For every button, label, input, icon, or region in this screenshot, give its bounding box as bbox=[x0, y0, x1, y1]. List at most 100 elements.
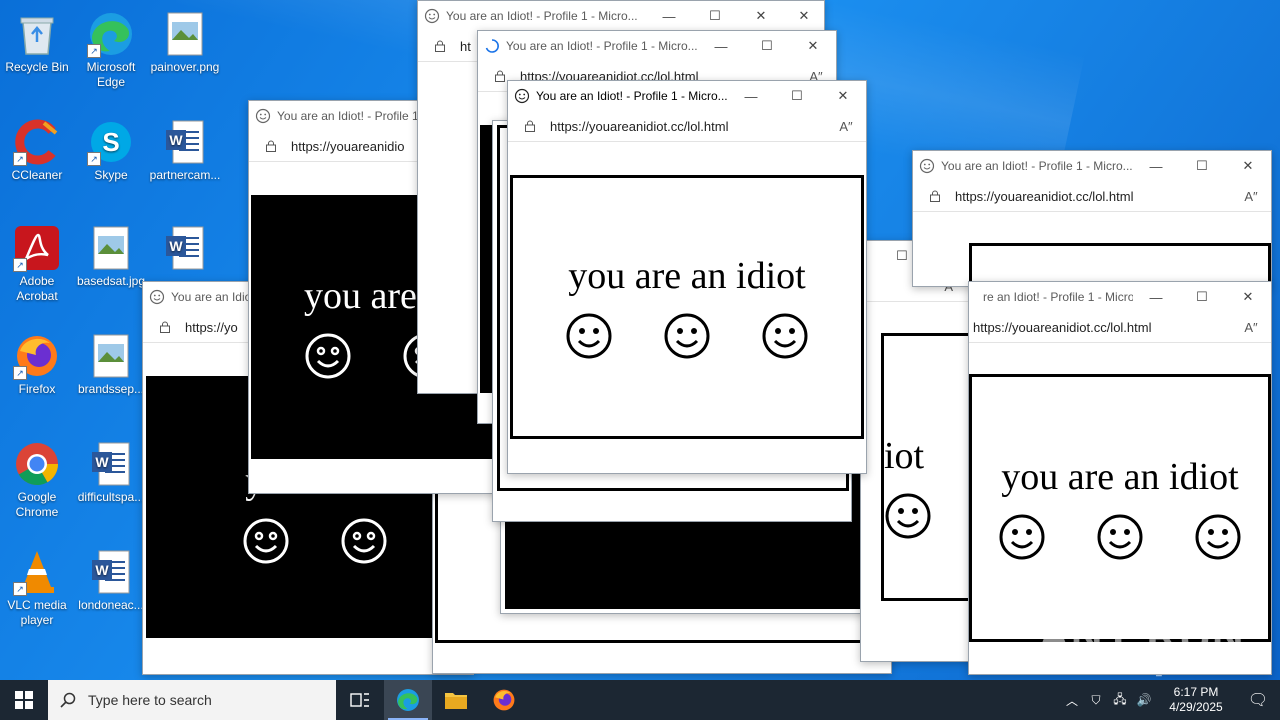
smiley-icon bbox=[305, 333, 351, 379]
recycle-bin-icon bbox=[13, 10, 61, 58]
close-button[interactable]: ✕ bbox=[820, 88, 866, 104]
firefox-icon bbox=[493, 689, 515, 711]
desktop-icon-adobe-acrobat[interactable]: ↗ Adobe Acrobat bbox=[0, 224, 74, 304]
desktop-icon-label: Recycle Bin bbox=[5, 60, 69, 74]
window-titlebar[interactable]: You are an Idiot! - Profile 1 - Micro...… bbox=[418, 1, 824, 31]
word-document-icon: W bbox=[161, 118, 209, 166]
network-icon[interactable]: 🖧 bbox=[1108, 690, 1132, 711]
desktop-icon-basedsat-jpg[interactable]: basedsat.jpg bbox=[74, 224, 148, 289]
desktop-icon-microsoft-edge[interactable]: ↗ Microsoft Edge bbox=[74, 10, 148, 90]
address-bar[interactable]: https://youareanidiot.cc/lol.html A″ bbox=[913, 181, 1271, 212]
maximize-button[interactable]: ☐ bbox=[692, 8, 738, 24]
maximize-button[interactable]: ☐ bbox=[774, 88, 820, 104]
smiley-icon bbox=[566, 313, 612, 359]
close-button[interactable]: ✕ bbox=[1225, 289, 1271, 305]
window-titlebar[interactable]: You are an Idiot! - Profile 1 - Micro...… bbox=[478, 31, 836, 61]
notifications-icon[interactable]: 🗨 bbox=[1236, 690, 1280, 710]
start-button[interactable] bbox=[0, 680, 48, 720]
adobe-acrobat-icon: ↗ bbox=[13, 224, 61, 272]
desktop-icon-label: brandssep... bbox=[77, 382, 145, 396]
lock-icon bbox=[525, 120, 535, 132]
lock-icon bbox=[435, 40, 445, 52]
desktop-icon-skype[interactable]: S ↗ Skype bbox=[74, 118, 148, 183]
desktop: Recycle Bin ↗ CCleaner ↗ Adobe Acrobat ↗… bbox=[0, 0, 1280, 680]
minimize-button[interactable]: — bbox=[1133, 159, 1179, 174]
close-button[interactable]: ✕ bbox=[790, 38, 836, 54]
desktop-icon-label: difficultspa... bbox=[77, 490, 145, 504]
window-titlebar[interactable]: You are an Idiot! - Profile 1 - Micro...… bbox=[913, 151, 1271, 181]
svg-text:W: W bbox=[95, 454, 109, 470]
read-aloud-icon[interactable]: A″ bbox=[1231, 189, 1271, 204]
read-aloud-icon[interactable]: A″ bbox=[826, 119, 866, 134]
idiot-text: you are an idiot bbox=[1001, 456, 1239, 498]
desktop-icon-google-chrome[interactable]: Google Chrome bbox=[0, 440, 74, 520]
taskbar-file-explorer-button[interactable] bbox=[432, 680, 480, 720]
desktop-icon-brandssep[interactable]: brandssep... bbox=[74, 332, 148, 397]
desktop-icon-partnercam[interactable]: W partnercam... bbox=[148, 118, 222, 183]
desktop-icon-label: partnercam... bbox=[149, 168, 221, 182]
taskbar-edge-button[interactable] bbox=[384, 680, 432, 720]
desktop-icon-firefox[interactable]: ↗ Firefox bbox=[0, 332, 74, 397]
close-button[interactable]: ✕ bbox=[738, 8, 784, 24]
minimize-button[interactable]: — bbox=[1133, 290, 1179, 305]
smiley-row bbox=[884, 492, 932, 540]
shortcut-arrow-icon: ↗ bbox=[13, 366, 27, 380]
minimize-button[interactable]: — bbox=[646, 9, 692, 24]
minimize-button[interactable]: — bbox=[728, 89, 774, 104]
svg-text:W: W bbox=[169, 132, 183, 148]
desktop-icon-vlc-media-player[interactable]: ↗ VLC media player bbox=[0, 548, 74, 628]
taskbar-firefox-button[interactable] bbox=[480, 680, 528, 720]
close-button[interactable]: ✕ bbox=[784, 8, 824, 24]
idiot-text-partial: iot bbox=[884, 435, 925, 477]
window-titlebar[interactable]: You are an Idiot! - Profile 1 - Micro...… bbox=[508, 81, 866, 111]
browser-window[interactable]: You are an Idiot! - Profile 1 - Micro...… bbox=[912, 150, 1272, 287]
desktop-icon-label: Adobe Acrobat bbox=[16, 274, 58, 303]
search-placeholder: Type here to search bbox=[88, 692, 212, 708]
smiley-favicon-icon bbox=[255, 108, 271, 124]
window-title: re an Idiot! - Profile 1 - Micro... bbox=[983, 290, 1133, 304]
shortcut-arrow-icon: ↗ bbox=[13, 582, 27, 596]
idiot-page-panel: iot bbox=[881, 333, 971, 601]
smiley-icon bbox=[885, 493, 931, 539]
smiley-icon bbox=[1195, 514, 1241, 560]
edge-icon bbox=[397, 689, 419, 711]
maximize-button[interactable]: ☐ bbox=[744, 38, 790, 54]
image-file-icon bbox=[87, 224, 135, 272]
smiley-favicon-icon bbox=[919, 158, 935, 174]
desktop-icon-londoneac[interactable]: W londoneac... bbox=[74, 548, 148, 613]
desktop-icon-painover-png[interactable]: painover.png bbox=[148, 10, 222, 75]
close-button[interactable]: ✕ bbox=[1225, 158, 1271, 174]
task-view-button[interactable] bbox=[336, 680, 384, 720]
system-tray: ︿ ⛉ 🖧 🔊 6:17 PM 4/29/2025 🗨 bbox=[1060, 680, 1280, 720]
desktop-icon-difficultspa[interactable]: W difficultspa... bbox=[74, 440, 148, 505]
clock[interactable]: 6:17 PM 4/29/2025 bbox=[1156, 685, 1236, 715]
anyrun-watermark: ANY RUN bbox=[1038, 612, 1245, 661]
smiley-icon bbox=[999, 514, 1045, 560]
image-file-icon bbox=[87, 332, 135, 380]
desktop-icon-ccleaner[interactable]: ↗ CCleaner bbox=[0, 118, 74, 183]
desktop-icon-label: CCleaner bbox=[11, 168, 63, 182]
smiley-icon bbox=[762, 313, 808, 359]
address-bar[interactable]: https://youareanidiot.cc/lol.html A″ bbox=[969, 312, 1271, 343]
word-document-icon: W bbox=[87, 440, 135, 488]
chevron-up-icon[interactable]: ︿ bbox=[1060, 692, 1084, 709]
volume-icon[interactable]: 🔊 bbox=[1132, 693, 1156, 707]
desktop-icon-label: Microsoft Edge bbox=[86, 60, 136, 89]
desktop-icon-recycle-bin[interactable]: Recycle Bin bbox=[0, 10, 74, 75]
address-bar[interactable]: https://youareanidiot.cc/lol.html A″ bbox=[508, 111, 866, 142]
browser-window-active[interactable]: You are an Idiot! - Profile 1 - Micro...… bbox=[507, 80, 867, 474]
maximize-button[interactable]: ☐ bbox=[1179, 158, 1225, 174]
read-aloud-icon[interactable]: A″ bbox=[1231, 320, 1271, 335]
smiley-row bbox=[998, 513, 1242, 561]
browser-window[interactable]: ☐ ✕ A″ iot bbox=[860, 240, 972, 662]
smiley-icon bbox=[243, 518, 289, 564]
window-titlebar[interactable]: re an Idiot! - Profile 1 - Micro... — ☐ … bbox=[969, 282, 1271, 312]
window-title: You are an Idiot! - Profile 1 - Micro... bbox=[506, 39, 698, 53]
build-string: Build 19041.vb_release.191206-1406 bbox=[1090, 666, 1257, 677]
smiley-favicon-icon bbox=[514, 88, 530, 104]
taskbar-search-box[interactable]: Type here to search bbox=[48, 680, 336, 720]
shield-icon[interactable]: ⛉ bbox=[1084, 693, 1108, 708]
maximize-button[interactable]: ☐ bbox=[1179, 289, 1225, 305]
minimize-button[interactable]: — bbox=[698, 39, 744, 54]
desktop-icon-word-document[interactable]: W bbox=[148, 224, 222, 274]
